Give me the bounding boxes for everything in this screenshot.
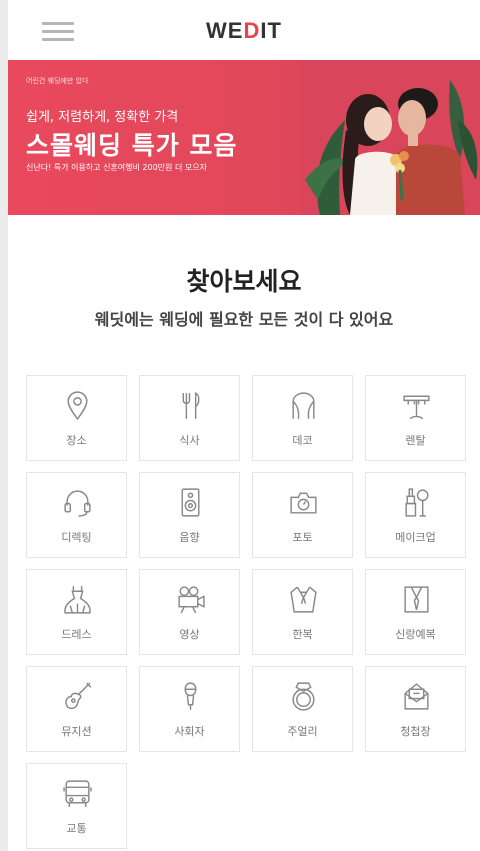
category-label: 신랑예복 <box>395 628 436 641</box>
banner-subtitle: 쉽게, 저렴하게, 정확한 가격 <box>26 110 179 125</box>
category-directing[interactable]: 디렉팅 <box>26 472 127 558</box>
category-label: 렌탈 <box>405 434 426 447</box>
category-label: 메이크업 <box>395 531 436 544</box>
dress-icon <box>64 586 91 614</box>
banner-title: 스몰웨딩 특가 모음 <box>26 131 238 160</box>
ring-icon <box>292 682 315 711</box>
invitation-icon <box>404 683 429 710</box>
speaker-icon <box>181 488 200 517</box>
microphone-icon <box>184 682 197 710</box>
category-jewelry[interactable]: 주얼리 <box>252 666 353 752</box>
category-venue[interactable]: 장소 <box>26 375 127 461</box>
banner-tagline: 어린건 웨딩에만 있다 <box>26 77 89 85</box>
camera-icon <box>290 492 317 514</box>
category-transport[interactable]: 교통 <box>26 763 127 849</box>
category-groom-suit[interactable]: 신랑예복 <box>365 569 466 655</box>
banner-description: 신난다! 특가 이용하고 신혼여행비 200만원 더 모으자 <box>26 163 207 172</box>
category-mc[interactable]: 사회자 <box>139 666 240 752</box>
category-label: 교통 <box>66 822 87 835</box>
guitar-icon <box>65 682 92 710</box>
category-decor[interactable]: 데코 <box>252 375 353 461</box>
hanbok-icon <box>290 586 317 613</box>
category-rental[interactable]: 렌탈 <box>365 375 466 461</box>
location-pin-icon <box>67 391 88 421</box>
category-label: 사회자 <box>174 725 205 738</box>
bus-icon <box>63 780 92 807</box>
section-subheading: 웨딧에는 웨딩에 필요한 모든 것이 다 있어요 <box>94 310 394 329</box>
makeup-icon <box>405 488 429 517</box>
category-musician[interactable]: 뮤지션 <box>26 666 127 752</box>
left-edge-divider <box>0 0 8 851</box>
category-label: 포토 <box>292 531 313 544</box>
category-makeup[interactable]: 메이크업 <box>365 472 466 558</box>
category-video[interactable]: 영상 <box>139 569 240 655</box>
category-label: 한복 <box>292 628 313 641</box>
category-invitation[interactable]: 청첩장 <box>365 666 466 752</box>
category-label: 디렉팅 <box>61 531 92 544</box>
category-dress[interactable]: 드레스 <box>26 569 127 655</box>
category-label: 영상 <box>179 628 200 641</box>
app-header: WEDIT <box>8 0 480 60</box>
promo-banner[interactable]: 어린건 웨딩에만 있다 쉽게, 저렴하게, 정확한 가격 스몰웨딩 특가 모음 … <box>8 60 480 215</box>
arch-curtain-icon <box>292 392 315 420</box>
section-heading: 찾아보세요 <box>186 267 302 296</box>
category-catering[interactable]: 식사 <box>139 375 240 461</box>
category-label: 청첩장 <box>400 725 431 738</box>
category-label: 식사 <box>179 434 200 447</box>
category-label: 음향 <box>179 531 200 544</box>
category-label: 장소 <box>66 434 87 447</box>
suit-icon <box>404 586 429 613</box>
couple-photo <box>300 60 480 215</box>
category-sound[interactable]: 음향 <box>139 472 240 558</box>
video-camera-icon <box>178 586 205 614</box>
category-label: 데코 <box>292 434 313 447</box>
category-hanbok[interactable]: 한복 <box>252 569 353 655</box>
wedit-logo[interactable]: WEDIT <box>8 18 480 44</box>
category-label: 주얼리 <box>287 725 318 738</box>
fork-knife-icon <box>182 391 200 419</box>
table-rental-icon <box>403 395 430 420</box>
headset-icon <box>64 490 91 517</box>
category-label: 뮤지션 <box>61 725 92 738</box>
category-photo[interactable]: 포토 <box>252 472 353 558</box>
category-label: 드레스 <box>61 628 92 641</box>
